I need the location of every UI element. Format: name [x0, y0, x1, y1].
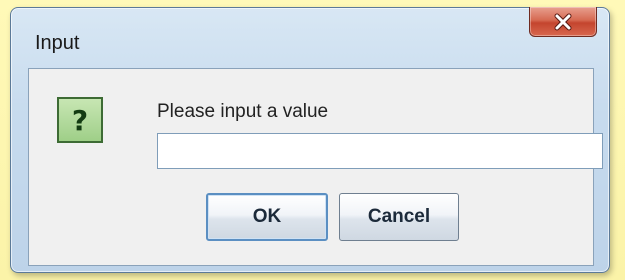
dialog-content: ? Please input a value OK Cancel	[28, 68, 603, 266]
dialog-title: Input	[35, 32, 80, 54]
question-icon: ?	[57, 97, 103, 143]
question-glyph: ?	[71, 103, 89, 137]
close-icon	[554, 13, 572, 30]
prompt-message: Please input a value	[157, 101, 329, 122]
input-dialog: Input ? Please input a value OK Cancel	[10, 7, 610, 273]
ok-button[interactable]: OK	[206, 193, 328, 241]
title-bar[interactable]: Input	[11, 7, 609, 64]
ok-button-label: OK	[252, 206, 282, 227]
cancel-button[interactable]: Cancel	[339, 193, 459, 241]
value-input[interactable]	[157, 133, 603, 169]
cancel-button-label: Cancel	[367, 206, 431, 227]
close-button[interactable]	[529, 7, 597, 37]
